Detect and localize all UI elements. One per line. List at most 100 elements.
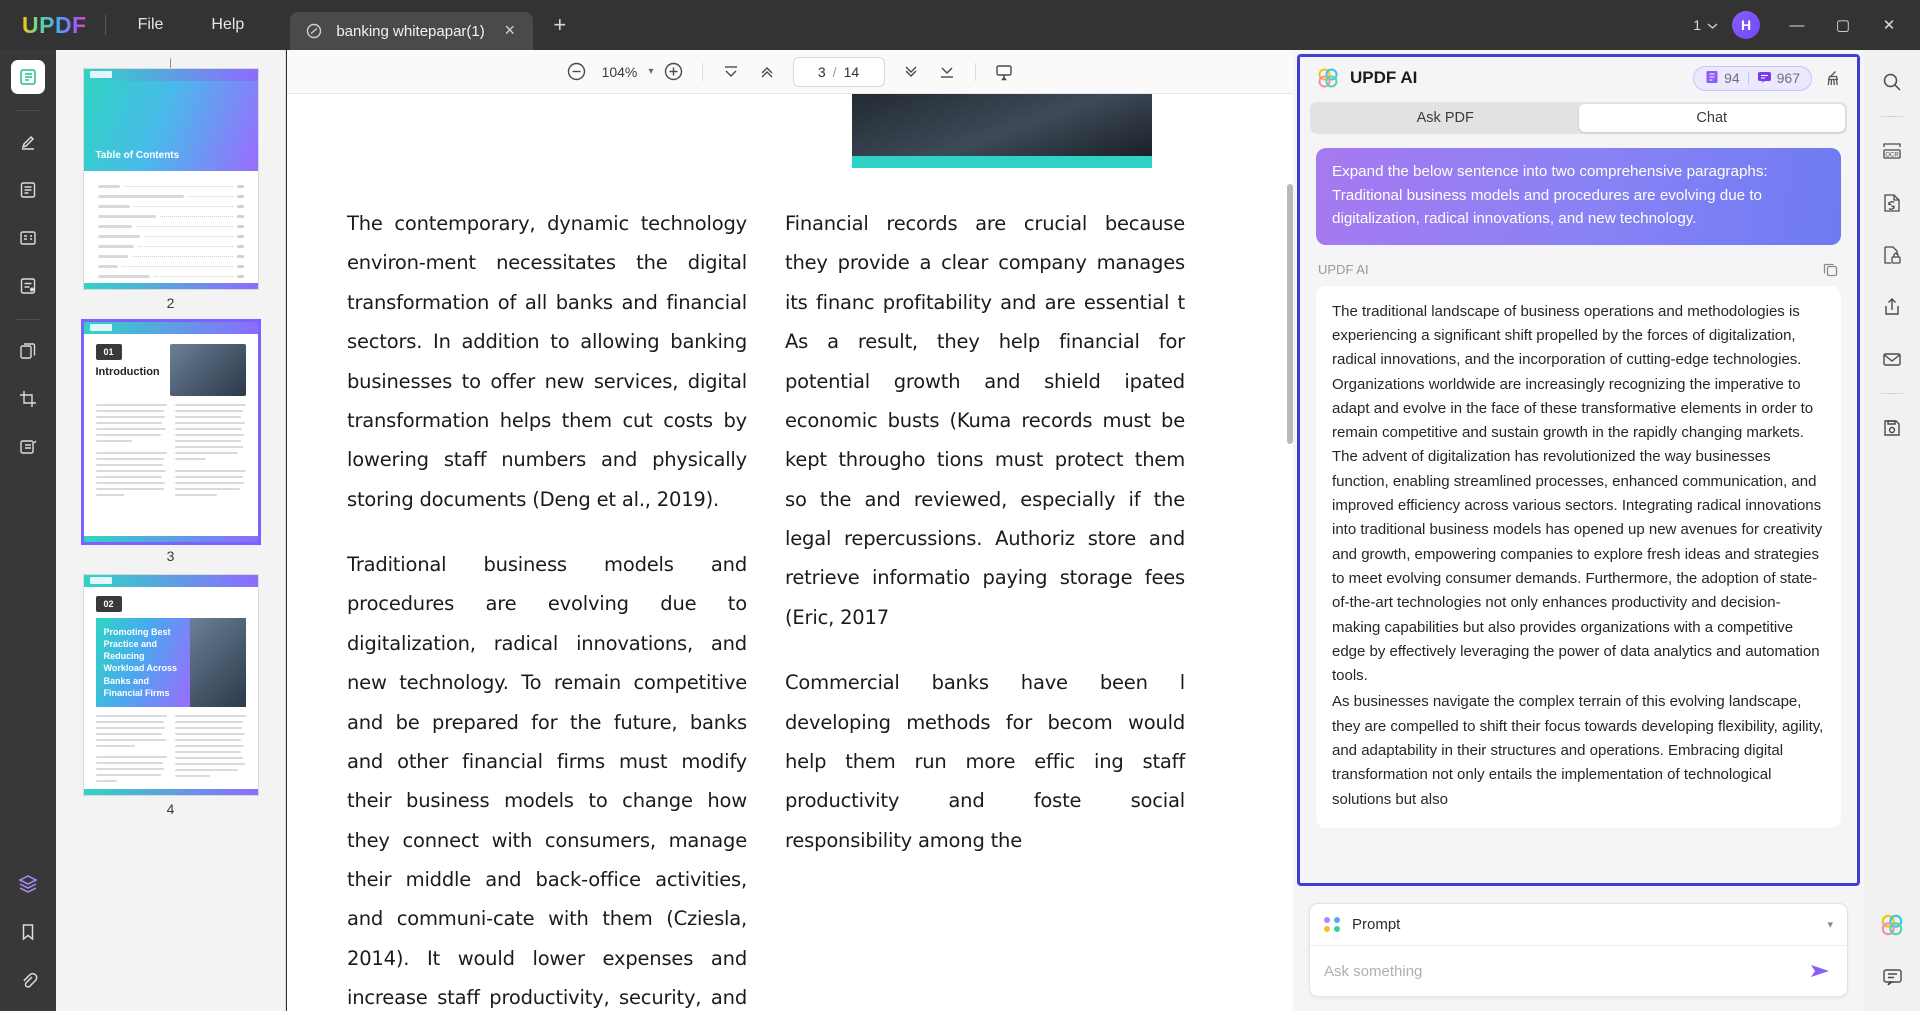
assistant-paragraph: As businesses navigate the complex terra… <box>1332 693 1824 808</box>
sidebar-item-comments[interactable] <box>11 269 45 303</box>
thumbnail-page-4[interactable]: 02 Promoting Best Practice and Reducing … <box>56 574 285 817</box>
close-icon[interactable]: × <box>499 20 521 42</box>
thumbnail-preview[interactable]: 02 Promoting Best Practice and Reducing … <box>82 574 259 796</box>
message-credits-value: 967 <box>1776 70 1800 86</box>
current-page-value: 3 <box>817 63 826 80</box>
search-icon[interactable] <box>1874 64 1910 100</box>
assistant-meta-row: UPDF AI <box>1318 261 1839 278</box>
chevron-down-icon[interactable]: ▾ <box>1827 918 1833 931</box>
chevron-down-icon <box>1707 17 1718 33</box>
thumbnail-header-band <box>83 575 258 587</box>
ai-panel-title: UPDF AI <box>1350 68 1418 87</box>
sidebar-item-bookmarks[interactable] <box>11 915 45 949</box>
thumbnail-page-2[interactable]: Table of Contents 2 <box>56 68 285 311</box>
thumbnail-header-band <box>83 322 258 334</box>
pdf-page-3[interactable]: The contemporary, dynamic technology env… <box>287 94 1293 1011</box>
prompt-selector-label: Prompt <box>1352 916 1401 933</box>
document-canvas[interactable]: The contemporary, dynamic technology env… <box>287 94 1293 1011</box>
tab-chat[interactable]: Chat <box>1578 104 1845 132</box>
sidebar-item-annotate[interactable] <box>11 125 45 159</box>
toc-title: Table of Contents <box>95 150 180 161</box>
title-bar: UPDF File Help banking whitepapar(1) × +… <box>0 0 1920 50</box>
ai-panel-header: UPDF AI 94 967 <box>1300 57 1857 99</box>
rail-divider-2 <box>1881 393 1903 394</box>
svg-text:OCR: OCR <box>1885 152 1899 158</box>
page-number-input[interactable]: 3 / 14 <box>792 56 885 87</box>
presentation-mode-icon[interactable] <box>988 56 1020 88</box>
chat-bubble-icon[interactable] <box>1874 959 1910 995</box>
page-photo <box>852 94 1152 156</box>
minimize-button[interactable]: — <box>1774 0 1820 50</box>
convert-pdf-icon[interactable] <box>1874 185 1910 221</box>
sidebar-item-thumbnails[interactable] <box>11 60 45 94</box>
window-page-count[interactable]: 1 <box>1693 17 1718 33</box>
ai-ask-row <box>1310 946 1847 996</box>
page-separator: / <box>832 63 837 80</box>
prompt-selector[interactable]: Prompt ▾ <box>1310 904 1847 946</box>
message-credits: 967 <box>1757 70 1800 87</box>
send-icon[interactable] <box>1809 961 1833 981</box>
close-window-button[interactable]: ✕ <box>1866 0 1912 50</box>
page-columns: The contemporary, dynamic technology env… <box>287 204 1293 1011</box>
toolbar-divider <box>701 62 703 81</box>
previous-page-icon[interactable] <box>751 56 783 88</box>
first-page-icon[interactable] <box>715 56 747 88</box>
zoom-out-icon[interactable] <box>560 56 592 88</box>
credits-divider <box>1747 71 1749 85</box>
document-credit-icon <box>1705 70 1719 87</box>
user-message: Expand the below sentence into two compr… <box>1316 148 1841 245</box>
avatar[interactable]: H <box>1732 11 1760 39</box>
new-tab-button[interactable]: + <box>547 12 573 38</box>
chevron-down-icon[interactable]: ▾ <box>648 66 653 77</box>
zoom-level-value[interactable]: 104% <box>596 64 642 80</box>
ai-conversation[interactable]: Expand the below sentence into two compr… <box>1300 144 1857 886</box>
share-upload-icon[interactable] <box>1874 289 1910 325</box>
assistant-paragraph: The traditional landscape of business op… <box>1332 302 1823 685</box>
updf-ai-flower-icon <box>1316 66 1340 90</box>
updf-ai-icon[interactable] <box>1874 907 1910 943</box>
document-credits: 94 <box>1705 70 1740 87</box>
sidebar-item-outline[interactable] <box>11 173 45 207</box>
tab-ask-pdf[interactable]: Ask PDF <box>1312 104 1579 132</box>
sidebar-item-layers[interactable] <box>11 867 45 901</box>
thumbnail-scroll-hint: | <box>168 56 173 70</box>
sidebar-item-stamp[interactable] <box>11 430 45 464</box>
thumbnail-preview[interactable]: 01 Introduction <box>80 319 261 545</box>
assistant-message: The traditional landscape of business op… <box>1316 285 1841 828</box>
ai-ask-input[interactable] <box>1324 962 1801 980</box>
thumbnail-body-columns <box>84 396 258 500</box>
chapter-title: Introduction <box>95 366 160 378</box>
sidebar-item-organize-pages[interactable] <box>11 334 45 368</box>
lock-document-icon[interactable] <box>1874 237 1910 273</box>
document-tab[interactable]: banking whitepapar(1) × <box>290 12 533 50</box>
save-disk-icon[interactable] <box>1874 410 1910 446</box>
sidebar-item-crop[interactable] <box>11 382 45 416</box>
thumbnail-pane[interactable]: | Table of Contents 2 01 Introduction 3 … <box>56 50 286 1011</box>
thumbnail-body-columns <box>84 707 258 786</box>
thumbnail-page-3[interactable]: 01 Introduction 3 <box>56 319 285 564</box>
thumbnail-preview[interactable]: Table of Contents <box>82 68 259 290</box>
copy-icon[interactable] <box>1822 261 1839 278</box>
next-page-icon[interactable] <box>895 56 927 88</box>
menu-file[interactable]: File <box>122 10 180 40</box>
menu-help[interactable]: Help <box>195 10 260 40</box>
maximize-button[interactable]: ▢ <box>1820 0 1866 50</box>
paragraph: The contemporary, dynamic technology env… <box>347 212 747 511</box>
right-tool-rail: OCR <box>1864 50 1920 1011</box>
window-page-count-value: 1 <box>1693 17 1701 33</box>
thumbnail-header-band <box>83 69 258 81</box>
ocr-icon[interactable]: OCR <box>1874 133 1910 169</box>
clear-broom-icon[interactable] <box>1824 69 1843 88</box>
sidebar-item-attachments[interactable] <box>11 963 45 997</box>
ai-credits-badge[interactable]: 94 967 <box>1693 65 1812 91</box>
updf-logo: UPDF <box>22 11 87 38</box>
paragraph: Commercial banks have been l developing … <box>785 671 1185 852</box>
last-page-icon[interactable] <box>931 56 963 88</box>
sidebar-item-bookmark-list[interactable] <box>11 221 45 255</box>
assistant-name: UPDF AI <box>1318 261 1369 277</box>
envelope-icon[interactable] <box>1874 341 1910 377</box>
zoom-in-icon[interactable] <box>658 56 690 88</box>
toolbar-divider-2 <box>974 62 976 81</box>
left-tool-rail <box>0 50 56 1011</box>
rail-divider <box>1881 116 1903 117</box>
